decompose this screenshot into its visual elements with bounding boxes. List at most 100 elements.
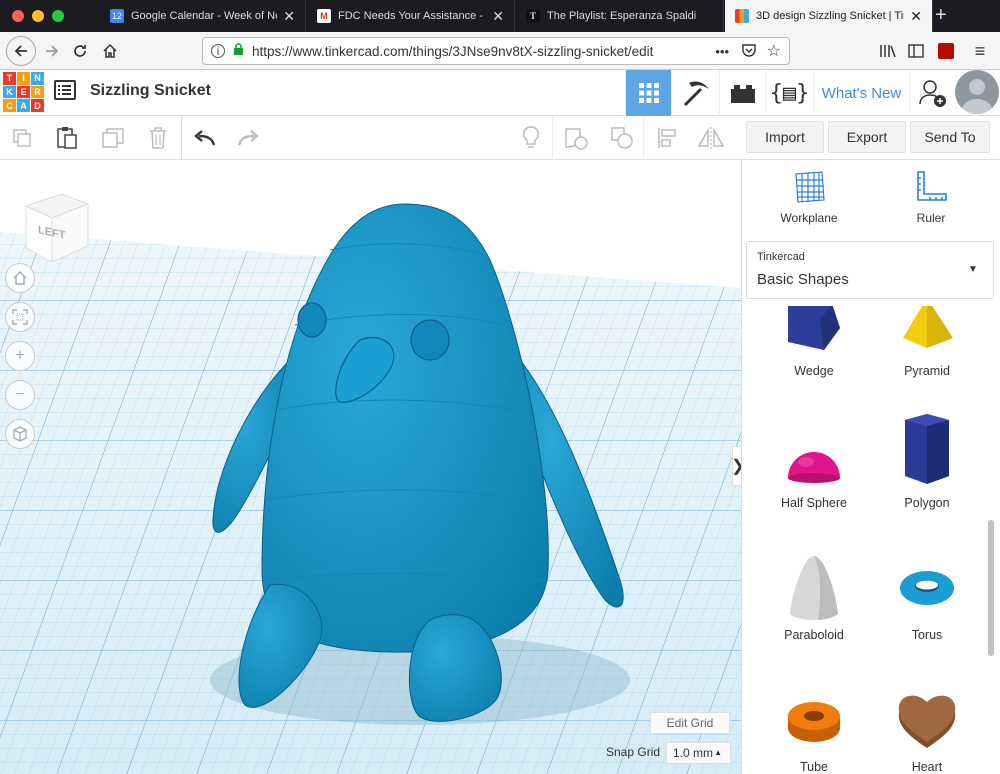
close-tab-icon[interactable]: ✕ xyxy=(283,8,295,25)
shape-wedge[interactable]: Wedge xyxy=(764,306,864,381)
project-title[interactable]: Sizzling Snicket xyxy=(90,82,211,100)
edit-grid-button[interactable]: Edit Grid xyxy=(650,712,730,734)
maximize-window-button[interactable] xyxy=(52,10,64,22)
pdf-extension-icon[interactable] xyxy=(932,38,960,64)
tinkercad-logo[interactable]: T I N K E R C A D xyxy=(3,72,44,112)
arrow-left-icon xyxy=(14,45,27,57)
group-icon[interactable] xyxy=(562,124,590,152)
browser-tab-gmail[interactable]: M FDC Needs Your Assistance - I ✕ xyxy=(307,0,515,32)
workplane-button[interactable]: Workplane xyxy=(769,170,849,225)
cube-icon xyxy=(13,426,27,442)
browser-tab-calendar[interactable]: 12 Google Calendar - Week of No ✕ xyxy=(100,0,306,32)
logo-letter: C xyxy=(3,99,16,112)
info-icon[interactable]: i xyxy=(211,44,225,58)
panel-scrollbar[interactable] xyxy=(988,520,994,656)
minus-icon: − xyxy=(15,386,25,403)
plus-icon: + xyxy=(15,347,25,364)
page-actions-button[interactable]: ••• xyxy=(715,44,729,59)
undo-icon[interactable] xyxy=(190,124,218,152)
tab-title: 3D design Sizzling Snicket | Tin xyxy=(756,10,905,22)
export-button[interactable]: Export xyxy=(828,121,906,153)
shape-label: Pyramid xyxy=(904,364,950,378)
mirror-icon[interactable] xyxy=(697,124,725,152)
paste-icon[interactable] xyxy=(53,124,81,152)
toolbar-divider xyxy=(181,116,182,160)
url-bar[interactable]: i https://www.tinkercad.com/things/3JNse… xyxy=(202,37,790,65)
designs-list-icon[interactable] xyxy=(54,80,76,100)
shape-heart[interactable]: Heart xyxy=(877,676,977,774)
grid-icon xyxy=(638,83,659,103)
add-user-button[interactable] xyxy=(909,70,955,116)
whats-new-link[interactable]: What's New xyxy=(813,70,909,116)
reload-button[interactable] xyxy=(66,38,94,64)
forward-button[interactable] xyxy=(38,38,66,64)
gmail-icon: M xyxy=(317,9,331,23)
close-tab-icon[interactable]: ✕ xyxy=(910,8,922,25)
send-to-button[interactable]: Send To xyxy=(910,121,990,153)
shape-label: Torus xyxy=(911,628,943,642)
shape-tube[interactable]: Tube xyxy=(764,676,864,774)
shape-label: Heart xyxy=(911,760,943,774)
tab-title: Google Calendar - Week of No xyxy=(131,10,278,22)
copy-icon[interactable] xyxy=(8,124,36,152)
snap-grid-select[interactable]: 1.0 mm ▲ xyxy=(666,742,731,764)
toolbar-divider xyxy=(552,116,553,160)
toolbar-divider xyxy=(643,116,644,160)
ungroup-icon[interactable] xyxy=(608,124,636,152)
bricks-view-button[interactable] xyxy=(719,70,765,116)
library-icon[interactable] xyxy=(874,38,902,64)
workplane-canvas[interactable] xyxy=(0,160,741,774)
zoom-out-button[interactable]: − xyxy=(5,380,35,410)
duplicate-icon[interactable] xyxy=(99,124,127,152)
tinkercad-icon xyxy=(735,9,749,23)
3d-view-button[interactable] xyxy=(625,70,671,116)
heart-icon xyxy=(898,695,956,748)
ortho-view-button[interactable] xyxy=(5,419,35,449)
home-button[interactable] xyxy=(96,38,124,64)
logo-letter: T xyxy=(3,72,16,85)
close-window-button[interactable] xyxy=(12,10,24,22)
redo-icon[interactable] xyxy=(235,124,263,152)
zoom-in-button[interactable]: + xyxy=(5,341,35,371)
shape-library-select[interactable]: Tinkercad Basic Shapes ▼ xyxy=(746,241,994,299)
codeblocks-view-button[interactable]: {▤} xyxy=(765,70,813,116)
shape-polygon[interactable]: Polygon xyxy=(877,414,977,516)
wedge-icon xyxy=(788,306,840,350)
ruler-icon xyxy=(917,171,947,201)
logo-letter: I xyxy=(17,72,30,85)
browser-tab-tinkercad[interactable]: 3D design Sizzling Snicket | Tin ✕ xyxy=(725,0,933,32)
pocket-icon[interactable] xyxy=(741,42,757,61)
browser-tab-nyt[interactable]: T The Playlist: Esperanza Spaldi xyxy=(516,0,724,32)
browser-tab-bar: 12 Google Calendar - Week of No ✕ M FDC … xyxy=(0,0,1000,32)
half-sphere-icon xyxy=(788,452,840,483)
trash-icon[interactable] xyxy=(144,124,172,152)
shape-half-sphere[interactable]: Half Sphere xyxy=(764,416,864,516)
paraboloid-icon xyxy=(790,556,838,620)
minimize-window-button[interactable] xyxy=(32,10,44,22)
home-view-button[interactable] xyxy=(5,263,35,293)
fit-view-button[interactable] xyxy=(5,302,35,332)
align-icon[interactable] xyxy=(653,124,681,152)
logo-letter: A xyxy=(17,99,30,112)
caret-down-icon: ▼ xyxy=(968,264,978,275)
lightbulb-icon[interactable] xyxy=(517,124,545,152)
back-button[interactable] xyxy=(6,36,36,66)
calendar-icon: 12 xyxy=(110,9,124,23)
view-cube[interactable]: LEFT xyxy=(22,190,90,263)
import-button[interactable]: Import xyxy=(746,121,824,153)
tab-title: FDC Needs Your Assistance - I xyxy=(338,10,487,22)
3d-workspace[interactable]: LEFT + − xyxy=(0,160,741,774)
bookmark-star-icon[interactable]: ☆ xyxy=(767,41,781,61)
logo-letter: R xyxy=(31,85,44,99)
user-avatar[interactable] xyxy=(955,70,999,114)
hamburger-menu-icon[interactable]: ≡ xyxy=(966,38,994,64)
home-icon xyxy=(13,271,27,285)
new-tab-button[interactable]: + xyxy=(935,4,947,27)
sidebar-icon[interactable] xyxy=(902,38,930,64)
blocks-view-button[interactable] xyxy=(671,70,719,116)
shape-paraboloid[interactable]: Paraboloid xyxy=(764,546,864,646)
close-tab-icon[interactable]: ✕ xyxy=(492,8,504,25)
shape-torus[interactable]: Torus xyxy=(877,546,977,646)
shape-pyramid[interactable]: Pyramid xyxy=(877,306,977,381)
ruler-button[interactable]: Ruler xyxy=(891,170,971,225)
